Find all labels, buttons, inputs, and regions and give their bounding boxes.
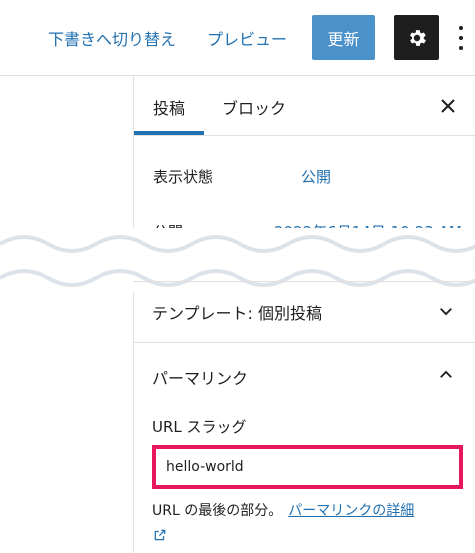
settings-button[interactable]: [394, 15, 439, 60]
url-slug-input[interactable]: [152, 445, 463, 489]
help-description: URL の最後の部分。: [152, 503, 283, 519]
visibility-label: 表示状態: [153, 168, 214, 186]
permalink-panel-toggle[interactable]: パーマリンク: [133, 343, 475, 405]
permalink-help-text: URL の最後の部分。 パーマリンクの詳細: [152, 500, 414, 520]
update-button-label: 更新: [327, 29, 360, 49]
switch-to-draft-button[interactable]: 下書きへ切り替え: [48, 26, 176, 50]
dot: [459, 46, 463, 50]
url-slug-label: URL スラッグ: [152, 418, 247, 436]
template-panel-toggle[interactable]: テンプレート: 個別投稿: [133, 281, 475, 342]
tab-post[interactable]: 投稿: [153, 95, 185, 119]
dot: [459, 36, 463, 40]
editor-top-bar: 下書きへ切り替え プレビュー 更新: [0, 0, 475, 76]
close-icon[interactable]: [436, 94, 460, 118]
update-button[interactable]: 更新: [312, 15, 375, 60]
permalink-panel-title: パーマリンク: [152, 369, 249, 388]
active-tab-indicator: [134, 131, 204, 135]
chevron-down-icon: [440, 308, 452, 316]
visibility-value-button[interactable]: 公開: [301, 166, 331, 187]
template-panel-title: テンプレート: 個別投稿: [152, 304, 322, 323]
permalink-learn-more-link[interactable]: パーマリンクの詳細: [288, 503, 414, 519]
external-link-icon[interactable]: [153, 528, 167, 542]
gear-icon: [409, 29, 426, 46]
tab-block[interactable]: ブロック: [222, 95, 286, 119]
sidebar-tabs: 投稿 ブロック: [134, 76, 475, 136]
dot: [459, 26, 463, 30]
chevron-up-icon: [440, 370, 452, 378]
options-menu-button[interactable]: [452, 22, 470, 54]
preview-button[interactable]: プレビュー: [207, 26, 287, 50]
